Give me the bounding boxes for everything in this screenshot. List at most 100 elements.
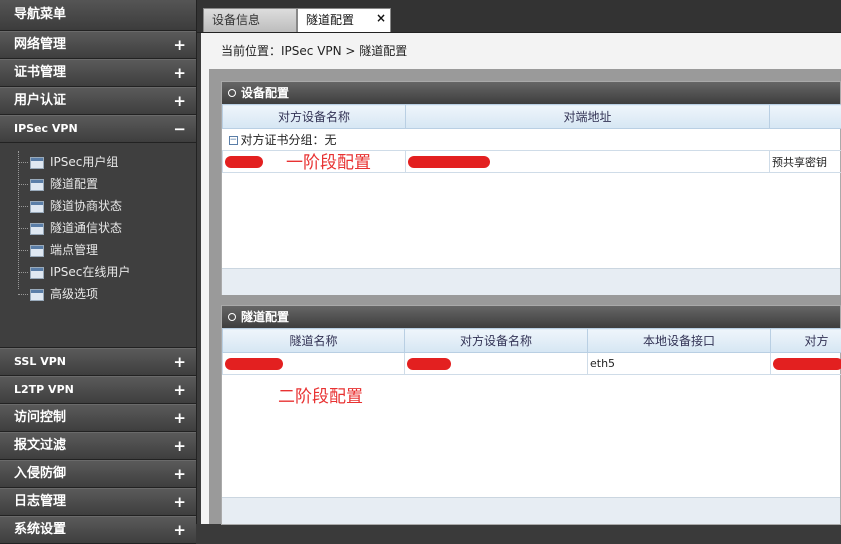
sidebar-title: 导航菜单 <box>0 0 196 31</box>
collapse-icon[interactable]: − <box>173 116 186 142</box>
local-interface-cell: eth5 <box>588 353 771 375</box>
peer-address-cell <box>406 151 770 173</box>
menu-label: 系统设置 <box>14 522 66 537</box>
column-header[interactable] <box>770 105 841 129</box>
table-header-row: 隧道名称 对方设备名称 本地设备接口 对方 <box>223 329 841 353</box>
redaction-mark <box>408 156 490 168</box>
redaction-mark <box>225 156 263 168</box>
tab-bar: 设备信息 隧道配置 × <box>197 0 841 33</box>
column-header[interactable]: 对方设备名称 <box>223 105 406 129</box>
menu-label: 日志管理 <box>14 494 66 509</box>
tree-item-ipsec-online-users[interactable]: IPSec在线用户 <box>30 262 130 282</box>
tab-tunnel-config[interactable]: 隧道配置 × <box>297 8 391 32</box>
expand-icon[interactable]: + <box>173 405 186 431</box>
menu-label: 访问控制 <box>14 410 66 425</box>
redaction-mark <box>225 358 283 370</box>
menu-system-settings[interactable]: 系统设置 + <box>0 516 196 544</box>
expand-icon[interactable]: + <box>173 377 186 403</box>
column-header[interactable]: 对方设备名称 <box>405 329 588 353</box>
menu-l2tp-vpn[interactable]: L2TP VPN + <box>0 376 196 404</box>
tree-item-tunnel-negotiation-status[interactable]: 隧道协商状态 <box>30 196 122 216</box>
menu-label: 入侵防御 <box>14 466 66 481</box>
peer-device-cell <box>405 353 588 375</box>
column-header[interactable]: 对方 <box>771 329 841 353</box>
tree-item-label: IPSec用户组 <box>50 155 118 169</box>
tunnel-config-panel: 隧道配置 隧道名称 对方设备名称 本地设备接口 对方 eth5 <box>221 305 841 525</box>
tree-connector <box>18 272 28 273</box>
table-icon <box>30 267 44 279</box>
tree-item-tunnel-communication-status[interactable]: 隧道通信状态 <box>30 218 122 238</box>
tunnel-panel-frame: 隧道配置 隧道名称 对方设备名称 本地设备接口 对方 eth5 <box>209 295 841 524</box>
column-header[interactable]: 隧道名称 <box>223 329 405 353</box>
expand-icon[interactable]: + <box>173 88 186 114</box>
group-label: 对方证书分组：无 <box>241 133 337 147</box>
tunnel-table: 隧道名称 对方设备名称 本地设备接口 对方 eth5 <box>222 328 841 375</box>
table-icon <box>30 289 44 301</box>
panel-title: 设备配置 <box>241 86 289 100</box>
ipsec-vpn-tree: IPSec用户组 隧道配置 隧道协商状态 隧道通信状态 端点管理 IPSec在线… <box>0 143 196 348</box>
menu-label: 证书管理 <box>14 65 66 80</box>
column-header[interactable]: 对端地址 <box>406 105 770 129</box>
column-header[interactable]: 本地设备接口 <box>588 329 771 353</box>
panel-title: 隧道配置 <box>241 310 289 324</box>
tree-item-label: 隧道配置 <box>50 177 98 191</box>
tree-item-endpoint-management[interactable]: 端点管理 <box>30 240 98 260</box>
menu-network-management[interactable]: 网络管理 + <box>0 31 196 59</box>
table-icon <box>30 157 44 169</box>
auth-mode-cell: 预共享密钥 <box>770 151 841 173</box>
tab-label: 隧道配置 <box>306 13 354 27</box>
menu-ipsec-vpn[interactable]: IPSec VPN − <box>0 115 196 143</box>
tab-label: 设备信息 <box>212 13 260 27</box>
table-header-row: 对方设备名称 对端地址 <box>223 105 841 129</box>
peer-cell <box>771 353 841 375</box>
expand-icon[interactable]: + <box>173 349 186 375</box>
expand-icon[interactable]: + <box>173 60 186 86</box>
panel-footer <box>222 497 840 524</box>
expand-icon[interactable]: + <box>173 433 186 459</box>
tree-connector <box>18 228 28 229</box>
close-icon[interactable]: × <box>376 7 386 30</box>
tree-connector <box>18 162 28 163</box>
table-icon <box>30 223 44 235</box>
navigation-sidebar: 导航菜单 网络管理 + 证书管理 + 用户认证 + IPSec VPN − IP… <box>0 0 197 524</box>
redaction-mark <box>773 358 841 370</box>
expand-icon[interactable]: + <box>173 489 186 515</box>
menu-intrusion-prevention[interactable]: 入侵防御 + <box>0 460 196 488</box>
tree-item-tunnel-config[interactable]: 隧道配置 <box>30 174 98 194</box>
menu-certificate-management[interactable]: 证书管理 + <box>0 59 196 87</box>
tab-device-info[interactable]: 设备信息 <box>203 8 297 32</box>
tunnel-name-cell <box>223 353 405 375</box>
tree-item-advanced-options[interactable]: 高级选项 <box>30 284 98 304</box>
table-row[interactable]: eth5 <box>223 353 841 375</box>
tree-item-label: 端点管理 <box>50 243 98 257</box>
device-panel-frame: 设备配置 对方设备名称 对端地址 −对方证书分组：无 <box>209 69 841 295</box>
expand-icon[interactable]: + <box>173 461 186 487</box>
menu-label: 用户认证 <box>14 93 66 108</box>
annotation-phase-two: 二阶段配置 <box>278 382 363 407</box>
panel-header: 设备配置 <box>222 82 840 104</box>
menu-label: SSL VPN <box>14 355 66 368</box>
menu-access-control[interactable]: 访问控制 + <box>0 404 196 432</box>
menu-label: L2TP VPN <box>14 383 74 396</box>
expand-icon[interactable]: + <box>173 517 186 543</box>
collapse-icon[interactable]: − <box>229 136 238 145</box>
menu-log-management[interactable]: 日志管理 + <box>0 488 196 516</box>
menu-label: 报文过滤 <box>14 438 66 453</box>
expand-icon[interactable]: + <box>173 32 186 58</box>
device-config-panel: 设备配置 对方设备名称 对端地址 −对方证书分组：无 <box>221 81 841 296</box>
annotation-phase-one: 一阶段配置 <box>286 148 371 173</box>
table-icon <box>30 201 44 213</box>
menu-packet-filter[interactable]: 报文过滤 + <box>0 432 196 460</box>
tree-item-label: 隧道协商状态 <box>50 199 122 213</box>
table-icon <box>30 179 44 191</box>
menu-user-authentication[interactable]: 用户认证 + <box>0 87 196 115</box>
bullet-icon <box>228 313 236 321</box>
menu-label: IPSec VPN <box>14 122 78 135</box>
tree-item-label: 隧道通信状态 <box>50 221 122 235</box>
menu-label: 网络管理 <box>14 37 66 52</box>
redaction-mark <box>407 358 451 370</box>
menu-ssl-vpn[interactable]: SSL VPN + <box>0 348 196 376</box>
tree-item-label: IPSec在线用户 <box>50 265 130 279</box>
tree-item-ipsec-user-group[interactable]: IPSec用户组 <box>30 152 118 172</box>
tree-connector <box>18 151 19 289</box>
